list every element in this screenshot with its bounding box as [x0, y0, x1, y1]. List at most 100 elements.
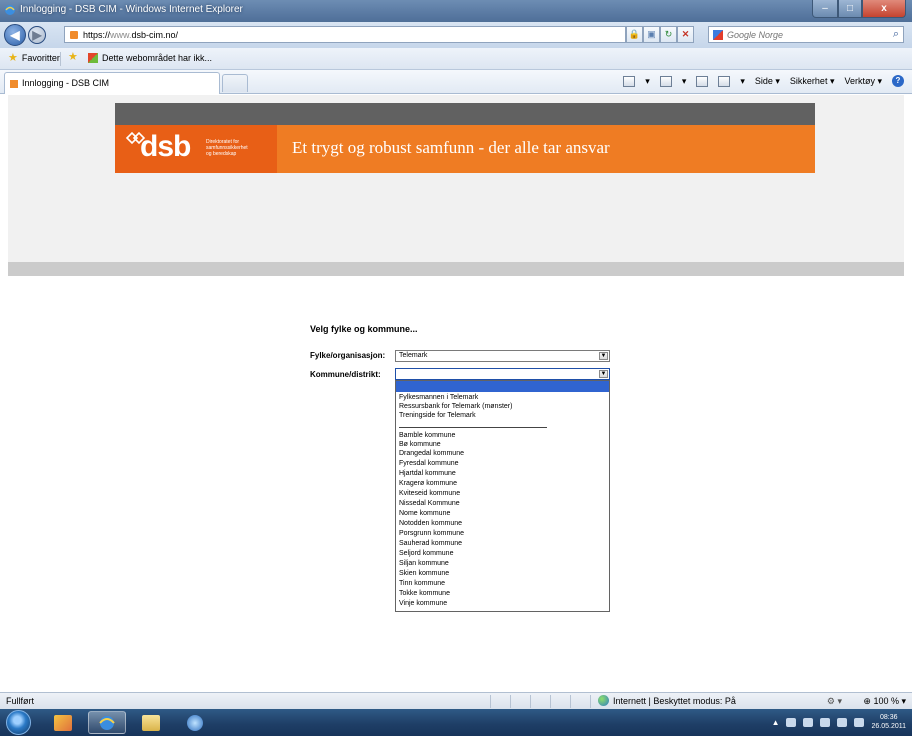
dropdown-item[interactable]: Nome kommune — [399, 509, 450, 518]
dropdown-arrow-icon[interactable]: ▼ — [599, 370, 608, 378]
security-zone[interactable]: Internett | Beskyttet modus: På — [598, 695, 736, 706]
network-activity-icon[interactable] — [786, 717, 797, 727]
favorites-button[interactable]: ★ Favoritter — [8, 51, 60, 64]
taskbar-file-explorer[interactable] — [132, 711, 170, 734]
dropdown-item[interactable]: Vinje kommune — [399, 599, 447, 608]
slogan: Et trygt og robust samfunn - der alle ta… — [292, 138, 610, 157]
taskbar-media-player[interactable] — [176, 711, 214, 734]
window-controls: – □ x — [812, 0, 906, 18]
dropdown-item[interactable]: Bø kommune — [399, 440, 441, 449]
dropdown-item[interactable]: Sauherad kommune — [399, 539, 462, 548]
dropdown-item[interactable]: Fylkesmannen i Telemark — [399, 393, 478, 402]
dropdown-item[interactable]: Ressursbank for Telemark (mønster) — [399, 402, 512, 411]
tab-innlogging[interactable]: Innlogging - DSB CIM — [4, 72, 220, 94]
kommune-select[interactable]: ▼ — [395, 368, 610, 380]
security-zone-label: Internett | Beskyttet modus: På — [613, 695, 736, 706]
dropdown-item[interactable]: Notodden kommune — [399, 519, 462, 528]
dropdown-item[interactable]: Siljan kommune — [399, 559, 449, 568]
address-bar-actions: 🔒 ▣ ↻ ✕ — [626, 26, 694, 43]
fylke-select[interactable]: Telemark ▼ — [395, 350, 610, 362]
signal-icon[interactable] — [837, 717, 848, 727]
header-top-bar — [115, 103, 815, 125]
window-title-bar[interactable]: Innlogging - DSB CIM - Windows Internet … — [0, 0, 912, 22]
minimize-button[interactable]: – — [812, 0, 838, 18]
dsb-logo[interactable]: dsb Direktoratet for samfunnssikkerhet o… — [115, 125, 277, 173]
kommune-dropdown-list[interactable]: Fylkesmannen i Telemark Ressursbank for … — [395, 380, 610, 612]
windows-live-icon — [88, 53, 98, 63]
search-input[interactable] — [727, 29, 877, 41]
tools-menu[interactable]: Verktøy ▾ — [844, 76, 882, 87]
kommune-label: Kommune/distrikt: — [310, 370, 381, 379]
refresh-icon[interactable]: ↻ — [660, 26, 677, 43]
search-field[interactable]: ⌕ — [708, 26, 904, 43]
tab-bar: Innlogging - DSB CIM ▾ ▾ ▾ Side ▾ Sikker… — [0, 70, 912, 94]
safety-menu[interactable]: Sikkerhet ▾ — [790, 76, 835, 87]
add-to-favorites-icon: ★ — [68, 51, 78, 63]
logo-subtitle: Direktoratet for samfunnssikkerhet og be… — [206, 139, 276, 157]
add-favorite-button[interactable]: ★ — [68, 51, 78, 63]
dropdown-item[interactable]: Treningside for Telemark — [399, 411, 476, 420]
lock-icon[interactable]: 🔒 — [626, 26, 643, 43]
help-icon[interactable]: ? — [892, 75, 904, 87]
dropdown-item[interactable]: Kragerø kommune — [399, 479, 457, 488]
media-player-icon — [187, 714, 203, 731]
protected-mode-settings-icon[interactable]: ⚙ ▾ — [827, 696, 842, 707]
dropdown-item[interactable]: Seljord kommune — [399, 549, 453, 558]
google-search-provider-icon — [713, 30, 723, 40]
feeds-icon[interactable] — [659, 75, 672, 87]
web-page: dsb Direktoratet for samfunnssikkerhet o… — [8, 95, 904, 692]
header-banner: dsb Direktoratet for samfunnssikkerhet o… — [115, 125, 815, 173]
mail-icon[interactable] — [696, 75, 709, 87]
dropdown-item[interactable]: Skien kommune — [399, 569, 449, 578]
address-toolbar: ◀ ▶ https://www.dsb-cim.no/ 🔒 ▣ ↻ ✕ ⌕ — [0, 22, 912, 48]
site-favicon-icon — [70, 31, 78, 39]
dropdown-item[interactable]: Bamble kommune — [399, 431, 455, 440]
favorite-link[interactable]: Dette webområdet har ikk... — [88, 53, 212, 63]
divider — [490, 695, 491, 708]
dropdown-item[interactable]: Nissedal Kommune — [399, 499, 460, 508]
page-menu[interactable]: Side ▾ — [755, 76, 780, 87]
forward-button[interactable]: ▶ — [28, 26, 46, 44]
compatibility-view-icon[interactable]: ▣ — [643, 26, 660, 43]
dropdown-arrow-icon[interactable]: ▼ — [599, 352, 608, 360]
print-icon[interactable] — [718, 75, 731, 87]
action-center-flag-icon[interactable] — [803, 717, 814, 727]
dropdown-item-blank-selected[interactable] — [396, 381, 609, 392]
address-input[interactable]: https://www.dsb-cim.no/ — [64, 26, 626, 43]
dropdown-item[interactable]: Porsgrunn kommune — [399, 529, 464, 538]
divider — [550, 695, 551, 708]
taskbar-internet-explorer[interactable] — [88, 711, 126, 734]
new-tab-button[interactable] — [222, 74, 248, 92]
internet-explorer-icon — [5, 5, 15, 15]
url-text: https://www.dsb-cim.no/ — [83, 30, 179, 40]
tab-label: Innlogging - DSB CIM — [22, 78, 110, 88]
volume-icon[interactable] — [854, 717, 865, 727]
divider — [510, 695, 511, 708]
dropdown-item[interactable]: Drangedal kommune — [399, 449, 464, 458]
divider — [590, 695, 591, 708]
form-heading: Velg fylke og kommune... — [310, 324, 418, 334]
favorites-label: Favoritter — [21, 53, 60, 63]
start-button[interactable] — [6, 710, 31, 735]
dropdown-item[interactable]: Tokke kommune — [399, 589, 450, 598]
maximize-button[interactable]: □ — [838, 0, 862, 18]
back-button[interactable]: ◀ — [4, 24, 26, 46]
divider — [60, 52, 61, 66]
window-title: Innlogging - DSB CIM - Windows Internet … — [20, 4, 243, 15]
stop-icon[interactable]: ✕ — [677, 26, 694, 43]
dropdown-item[interactable]: Fyresdal kommune — [399, 459, 459, 468]
star-icon: ★ — [8, 51, 18, 64]
clock[interactable]: 08:36 26.05.2011 — [871, 713, 906, 731]
search-icon[interactable]: ⌕ — [893, 28, 899, 41]
home-icon[interactable] — [623, 75, 636, 87]
clock-time: 08:36 — [879, 714, 898, 721]
dropdown-item[interactable]: Kviteseid kommune — [399, 489, 460, 498]
zoom-level[interactable]: ⊕ 100 % ▾ — [863, 696, 906, 707]
taskbar-paint-app[interactable] — [44, 711, 82, 734]
windows-taskbar: ▲ 08:36 26.05.2011 — [0, 709, 912, 736]
dropdown-item[interactable]: Tinn kommune — [399, 579, 445, 588]
dropdown-item[interactable]: Hjartdal kommune — [399, 469, 456, 478]
close-button[interactable]: x — [862, 0, 906, 18]
tray-expand-icon[interactable]: ▲ — [772, 718, 780, 727]
network-icon[interactable] — [820, 717, 831, 727]
